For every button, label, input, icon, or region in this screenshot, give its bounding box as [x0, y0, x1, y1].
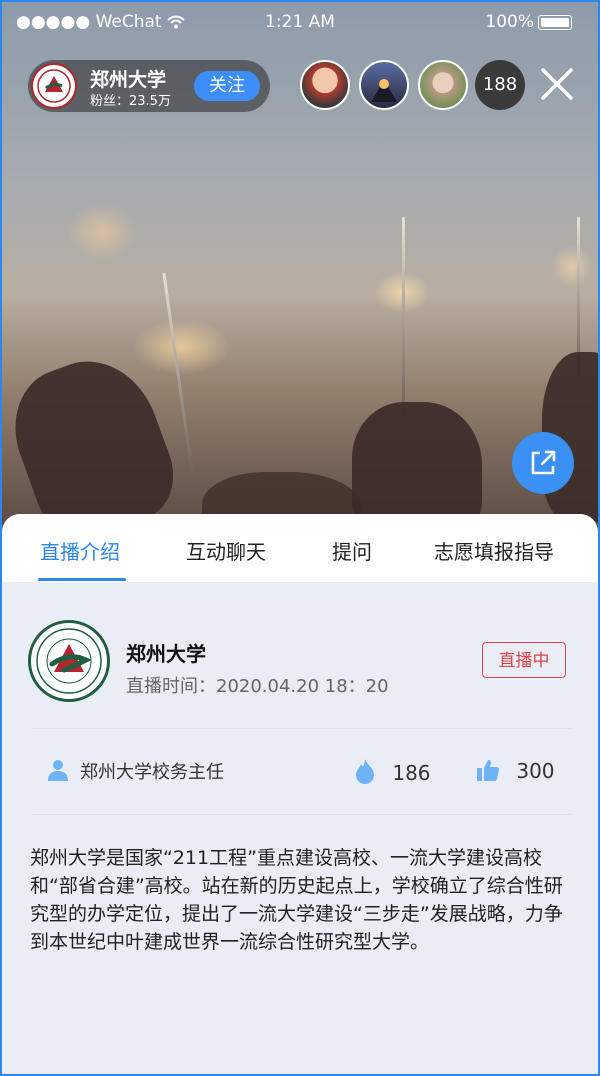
university-logo — [28, 620, 110, 702]
university-seal-icon — [36, 628, 102, 694]
battery-icon — [538, 14, 572, 30]
presenter: 郑州大学校务主任 — [46, 758, 224, 784]
tab-bar: 直播介绍 互动聊天 提问 志愿填报指导 — [2, 514, 598, 582]
divider — [32, 728, 572, 729]
share-button[interactable] — [512, 432, 574, 494]
presenter-name: 郑州大学校务主任 — [80, 762, 224, 783]
like-count[interactable]: 300 — [476, 758, 555, 783]
hand — [352, 402, 482, 532]
battery-status: 100% — [485, 12, 572, 32]
tab-questions[interactable]: 提问 — [332, 536, 372, 565]
viewer-avatar[interactable] — [300, 60, 350, 110]
follow-button[interactable]: 关注 — [194, 71, 260, 101]
app-frame: ●●●●● WeChat 1:21 AM 100% 郑州大学 粉丝：23.5万 … — [0, 0, 600, 1076]
description: 郑州大学是国家“211工程”重点建设高校、一流大学建设高校和“部省合建”高校。站… — [30, 847, 563, 953]
person-icon — [48, 760, 68, 781]
silhouette-icon — [371, 79, 397, 102]
flame-icon — [356, 759, 374, 784]
university-name: 郑州大学 — [126, 642, 206, 666]
live-time: 直播时间：2020.04.20 18：20 — [126, 676, 389, 697]
share-icon — [531, 450, 556, 475]
hand — [2, 343, 187, 532]
battery-percent: 100% — [485, 12, 534, 32]
sparkler — [402, 217, 405, 417]
view-count: 186 — [354, 758, 431, 785]
status-bar: ●●●●● WeChat 1:21 AM 100% — [2, 2, 598, 42]
host-fans: 粉丝：23.5万 — [90, 94, 171, 109]
viewer-avatar[interactable] — [359, 60, 409, 110]
thumbs-up-icon — [477, 760, 499, 781]
view-count-value: 186 — [392, 761, 431, 785]
divider — [32, 814, 572, 815]
host-name: 郑州大学 — [90, 69, 167, 91]
university-seal-icon — [37, 69, 71, 103]
live-video-area[interactable]: ●●●●● WeChat 1:21 AM 100% 郑州大学 粉丝：23.5万 … — [2, 2, 598, 532]
tab-live-intro[interactable]: 直播介绍 — [40, 536, 120, 565]
viewer-count[interactable]: 188 — [475, 60, 525, 110]
viewer-avatar[interactable] — [418, 60, 468, 110]
active-tab-indicator — [38, 578, 126, 581]
host-info[interactable]: 郑州大学 粉丝：23.5万 关注 — [28, 60, 270, 112]
info-panel: 直播介绍 互动聊天 提问 志愿填报指导 郑州大学 直播时间：2020.04.20… — [2, 514, 598, 1074]
tab-chat[interactable]: 互动聊天 — [186, 536, 266, 565]
host-avatar[interactable] — [31, 63, 77, 109]
close-icon[interactable] — [537, 64, 577, 104]
tab-application-guide[interactable]: 志愿填报指导 — [434, 536, 554, 565]
like-count-value: 300 — [516, 759, 555, 783]
live-status-badge: 直播中 — [482, 642, 566, 678]
